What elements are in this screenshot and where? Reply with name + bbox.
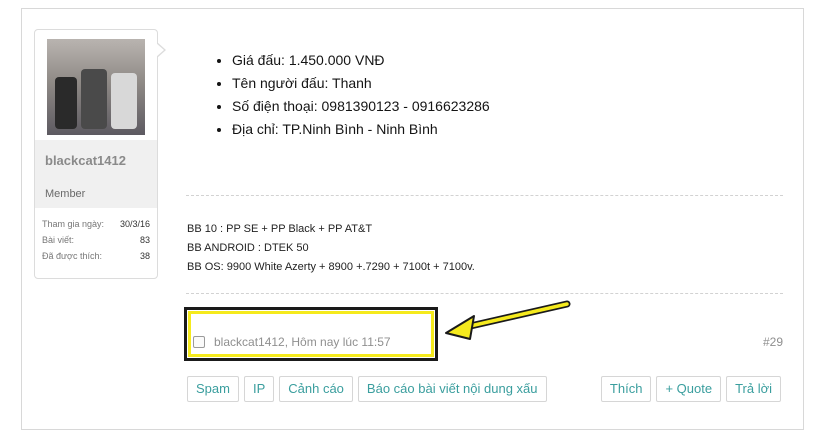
user-stats: Tham gia ngày: 30/3/16 Bài viết: 83 Đã đ… bbox=[35, 216, 157, 264]
signature-line: BB 10 : PP SE + PP Black + PP AT&T bbox=[187, 223, 373, 235]
meta-divider bbox=[186, 293, 783, 294]
avatar[interactable] bbox=[47, 39, 145, 135]
list-item: Số điện thoại: 0981390123 - 0916623286 bbox=[232, 95, 490, 118]
post-content-list: Giá đấu: 1.450.000 VNĐ Tên người đấu: Th… bbox=[232, 49, 490, 141]
warn-button[interactable]: Cảnh cáo bbox=[279, 376, 353, 402]
quote-button[interactable]: + Quote bbox=[656, 376, 722, 402]
signature-divider bbox=[186, 195, 783, 196]
user-title: Member bbox=[45, 188, 86, 200]
like-button[interactable]: Thích bbox=[600, 376, 652, 402]
stat-row: Tham gia ngày: 30/3/16 bbox=[42, 216, 150, 232]
stat-value: 38 bbox=[139, 251, 150, 261]
report-button[interactable]: Báo cáo bài viết nội dung xấu bbox=[357, 376, 547, 402]
stat-label: Bài viết: bbox=[42, 235, 75, 245]
user-card: blackcat1412 Member Tham gia ngày: 30/3/… bbox=[34, 29, 166, 279]
stat-label: Đã được thích: bbox=[42, 251, 102, 261]
stat-row: Bài viết: 83 bbox=[42, 232, 150, 248]
stat-label: Tham gia ngày: bbox=[42, 219, 105, 229]
username[interactable]: blackcat1412 bbox=[45, 153, 126, 168]
user-card-arrow bbox=[156, 42, 166, 58]
list-item: Tên người đấu: Thanh bbox=[232, 72, 490, 95]
ip-button[interactable]: IP bbox=[243, 376, 275, 402]
forum-post: blackcat1412 Member Tham gia ngày: 30/3/… bbox=[21, 8, 804, 430]
post-meta: blackcat1412, Hôm nay lúc 11:57 bbox=[193, 335, 391, 349]
signature-line: BB OS: 9900 White Azerty + 8900 +.7290 +… bbox=[187, 261, 475, 273]
stat-value: 83 bbox=[139, 235, 150, 245]
list-item: Giá đấu: 1.450.000 VNĐ bbox=[232, 49, 490, 72]
stat-value: 30/3/16 bbox=[119, 219, 150, 229]
list-item: Địa chỉ: TP.Ninh Bình - Ninh Bình bbox=[232, 118, 490, 141]
post-number[interactable]: #29 bbox=[763, 335, 783, 349]
highlight-box bbox=[184, 307, 438, 361]
signature: BB 10 : PP SE + PP Black + PP AT&T BB AN… bbox=[187, 220, 475, 277]
spam-button[interactable]: Spam bbox=[187, 376, 239, 402]
select-post-checkbox[interactable] bbox=[193, 336, 205, 348]
moderation-actions: Spam IP Cảnh cáo Báo cáo bài viết nội du… bbox=[187, 376, 547, 402]
reply-button[interactable]: Trả lời bbox=[726, 376, 781, 402]
stat-row: Đã được thích: 38 bbox=[42, 248, 150, 264]
post-actions: Thích + Quote Trả lời bbox=[600, 376, 781, 402]
signature-line: BB ANDROID : DTEK 50 bbox=[187, 242, 309, 254]
post-author-date[interactable]: blackcat1412, Hôm nay lúc 11:57 bbox=[214, 335, 391, 349]
